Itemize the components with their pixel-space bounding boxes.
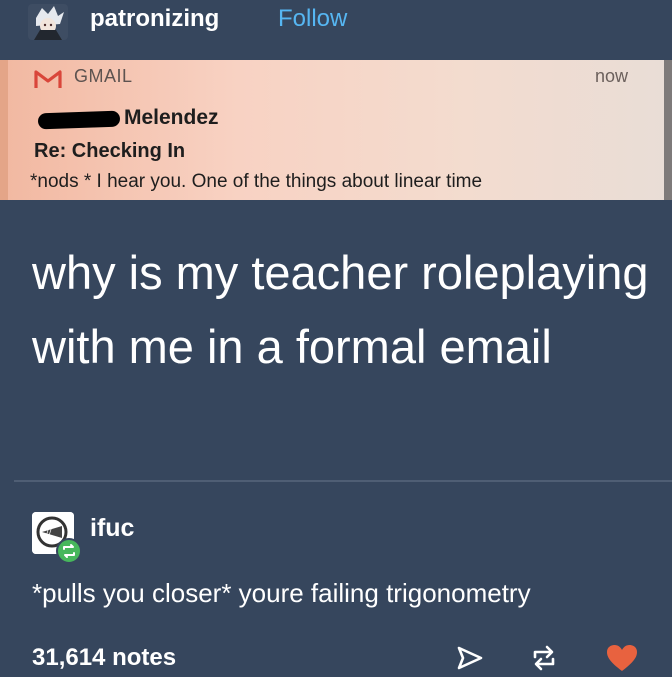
notes-count[interactable]: 31,614 notes <box>32 644 176 672</box>
notification-edge-left <box>0 60 8 200</box>
svg-text://: // <box>46 528 52 537</box>
reblog-badge-icon <box>56 538 82 564</box>
reblog-text: *pulls you closer* youre failing trigono… <box>32 578 531 608</box>
divider <box>14 480 672 482</box>
follow-button[interactable]: Follow <box>278 5 347 33</box>
notification-app-name: GMAIL <box>74 66 133 86</box>
reblog-icon[interactable] <box>530 644 558 672</box>
notification-subject: Re: Checking In <box>34 140 186 162</box>
avatar[interactable] <box>28 4 68 40</box>
notification-preview: *nods * I hear you. One of the things ab… <box>30 171 483 192</box>
reblog-author[interactable]: ifuc <box>90 514 134 543</box>
heart-icon[interactable] <box>606 644 637 672</box>
notification-time: now <box>594 66 628 86</box>
email-notification: GMAIL now Melendez Re: Checking In *nods… <box>8 60 664 200</box>
post-body-text: why is my teacher roleplaying with me in… <box>32 246 649 373</box>
post-header: patronizing Follow <box>0 0 672 44</box>
notification-sender: Melendez <box>124 106 219 129</box>
gmail-icon <box>34 68 62 90</box>
post-author[interactable]: patronizing <box>90 5 219 33</box>
redaction-mark <box>37 110 121 130</box>
share-icon[interactable] <box>456 644 484 672</box>
